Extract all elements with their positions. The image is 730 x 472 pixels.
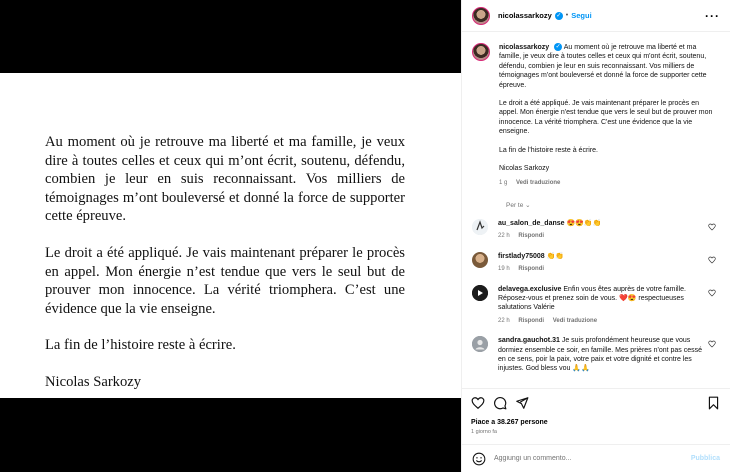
header-username[interactable]: nicolassarkozy [498,11,552,20]
like-heart-icon[interactable] [471,396,485,410]
like-comment-heart-icon[interactable] [708,289,716,297]
comment-username[interactable]: au_salon_de_danse [498,220,565,227]
avatar[interactable] [472,6,490,25]
post-header: nicolassarkozy ✓ • Segui ··· [462,0,730,32]
comment-time: 22 h [498,233,510,240]
reply-button[interactable]: Rispondi [518,266,544,272]
verified-icon: ✓ [554,43,563,52]
like-comment-heart-icon[interactable] [708,340,716,348]
list-item: delavega.exclusive Enfin vous êtes auprè… [472,284,720,327]
post-caption: nicolassarkozy ✓ Au moment où je retrouv… [472,43,720,189]
statement-letter: Au moment où je retrouve ma liberté et m… [0,73,461,398]
share-send-icon[interactable] [515,396,529,410]
reply-button[interactable]: Rispondi [518,318,544,324]
post-modal: Au moment où je retrouve ma liberté et m… [0,0,730,472]
avatar[interactable] [472,284,488,301]
letter-paragraph: Le droit a été appliqué. Je vais mainten… [45,244,405,317]
caption-meta: 1 g Vedi traduzione [499,179,720,188]
like-comment-heart-icon[interactable] [708,223,716,231]
caption-text: La fin de l'histoire reste à écrire. [499,146,598,154]
comment-input[interactable] [494,455,691,462]
publish-button[interactable]: Pubblica [691,455,720,462]
letter-signature: Nicolas Sarkozy [45,373,142,390]
post-image[interactable]: Au moment où je retrouve ma liberté et m… [0,0,461,472]
letter-paragraph: Au moment où je retrouve ma liberté et m… [45,134,405,225]
verified-icon: ✓ [554,11,563,20]
comment-text: 😍😍👏👏 [566,219,602,227]
caption-username[interactable]: nicolassarkozy [499,44,549,51]
reply-button[interactable]: Rispondi [518,233,544,239]
follow-button[interactable]: Segui [571,11,591,20]
comment-time: 19 h [498,266,510,273]
bookmark-icon[interactable] [707,396,720,410]
caption-text: Le droit a été appliqué. Je vais mainten… [499,100,713,136]
add-comment-bar: Pubblica [462,444,730,472]
comment-username[interactable]: sandra.gauchot.31 [498,337,560,344]
translate-link[interactable]: Vedi traduzione [553,318,597,324]
post-date: 1 giorno fa [471,429,497,435]
post-actions: Piace a 38.267 persone 1 giorno fa [462,388,730,435]
translate-link[interactable]: Vedi traduzione [516,180,560,186]
comment-username[interactable]: delavega.exclusive [498,286,561,293]
post-sidebar: nicolassarkozy ✓ • Segui ··· nicolassark… [461,0,730,472]
emoji-icon[interactable] [472,452,486,466]
list-item: firstlady75008 👏👏 19 h Rispondi [472,251,720,275]
comments-scroll-area[interactable]: nicolassarkozy ✓ Au moment où je retrouv… [462,33,730,388]
comment-text: 👏👏 [546,252,565,260]
separator-dot: • [565,12,569,19]
sort-dropdown[interactable]: Per te ⌄ [506,201,720,209]
comment-time: 22 h [498,317,510,324]
caption-time: 1 g [499,180,508,187]
comment-bubble-icon[interactable] [493,396,507,410]
like-comment-heart-icon[interactable] [708,256,716,264]
letter-paragraph: La fin de l’histoire reste à écrire. [45,337,236,354]
list-item: au_salon_de_danse 😍😍👏👏 22 h Rispondi [472,218,720,242]
avatar[interactable] [472,251,488,268]
more-options-icon[interactable]: ··· [705,9,720,23]
caption-signature: Nicolas Sarkozy [499,165,550,173]
likes-count[interactable]: Piace a 38.267 persone [471,419,720,426]
avatar[interactable] [472,218,488,235]
avatar[interactable] [472,336,488,353]
comment-username[interactable]: firstlady75008 [498,253,545,260]
list-item: sandra.gauchot.31 Je suis profondément h… [472,336,720,374]
avatar[interactable] [472,43,490,61]
